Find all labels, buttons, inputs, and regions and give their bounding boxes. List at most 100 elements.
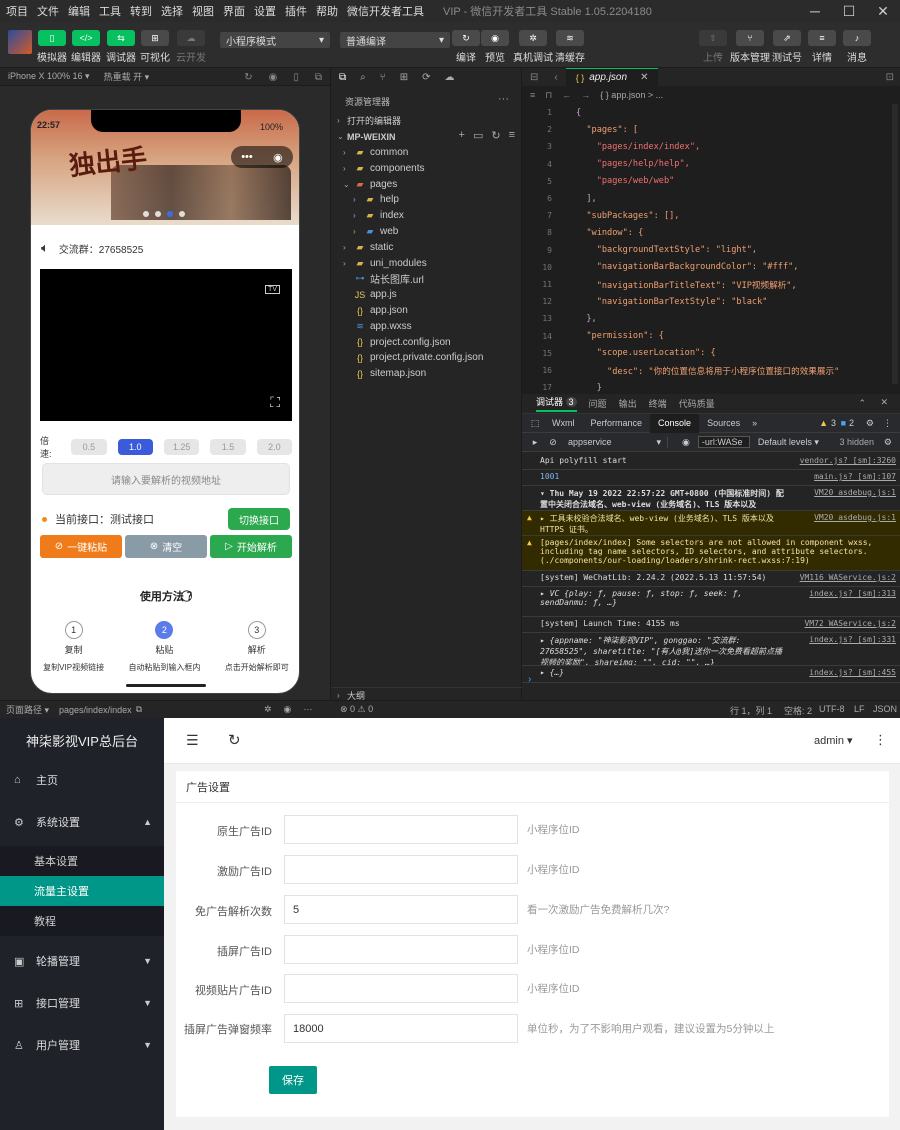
close-button[interactable]: ✕ [866, 0, 900, 22]
speed-1.25-button[interactable]: 1.25 [163, 439, 200, 455]
maximize-button[interactable]: ☐ [832, 0, 866, 22]
more-vert-icon[interactable]: ⋮ [883, 418, 892, 429]
refresh-icon[interactable]: ↻ [244, 72, 252, 83]
code-line[interactable]: 11 "navigationBarTitleText": "VIP视频解析", [522, 276, 900, 293]
tree-item[interactable]: › ▰ web [331, 224, 523, 239]
open-editors-section[interactable]: › 打开的编辑器 [331, 113, 523, 128]
clear-cache-button[interactable]: ≋ 清缓存 [549, 30, 591, 64]
speed-1.0-button[interactable]: 1.0 [117, 439, 153, 455]
nav-home[interactable]: ⌂ 主页 [0, 765, 164, 795]
indent-setting[interactable]: 空格: 2 [784, 704, 812, 717]
console-entry[interactable]: ▸ {appname: "神柒影视VIP", gonggao: "交流群: 27… [522, 633, 900, 666]
nav-users[interactable]: ♙ 用户管理 ▼ [0, 1030, 164, 1060]
eye-icon[interactable]: ◉ [682, 437, 690, 448]
nav-back-icon[interactable]: ← [562, 90, 571, 100]
language-mode[interactable]: JSON [873, 704, 897, 714]
user-menu[interactable]: admin ▾ [814, 734, 853, 747]
menu-tools[interactable]: 工具 [99, 3, 121, 19]
start-parse-button[interactable]: ▷ 开始解析 [210, 535, 292, 558]
tab-terminal[interactable]: 终端 [649, 397, 667, 410]
tab-output[interactable]: 输出 [619, 397, 637, 410]
minimize-button[interactable]: ─ [798, 0, 832, 22]
console-entry[interactable]: ▲ ▸ 工具未校验合法域名、web-view (业务域名)、TLS 版本以及 HT… [522, 511, 900, 536]
collapse-icon[interactable]: ≡ [509, 129, 515, 142]
tree-item[interactable]: ⊶ 站长图库.url [331, 271, 523, 286]
source-control-icon[interactable]: ⑂ [380, 72, 386, 83]
more-icon[interactable]: ••• [241, 151, 253, 163]
menu-wechat-devtools[interactable]: 微信开发者工具 [347, 3, 424, 19]
video-url-input[interactable]: 请输入要解析的视频地址 [42, 463, 290, 495]
phone-icon[interactable]: ▯ [293, 72, 299, 83]
field-input[interactable] [284, 974, 518, 1003]
info-count[interactable]: 2 [849, 418, 854, 428]
code-line[interactable]: 9 "backgroundTextStyle": "light", [522, 242, 900, 259]
device-select[interactable]: iPhone X 100% 16 ▾ [8, 71, 90, 82]
console-prompt-icon[interactable]: › [528, 674, 531, 685]
console-entry[interactable]: 1001 main.js? [sm]:107 [522, 470, 900, 486]
problems-count[interactable]: ⊗ 0 ⚠ 0 [340, 704, 373, 715]
tree-item[interactable]: {} project.config.json [331, 335, 523, 350]
tab-performance[interactable]: Performance [583, 418, 651, 428]
project-section[interactable]: ⌄ MP-WEIXIN + ▭ ↻ ≡ [331, 129, 523, 144]
block-icon[interactable]: ⊘ [544, 437, 562, 448]
menu-help[interactable]: 帮助 [316, 3, 338, 19]
console-source-link[interactable]: main.js? [sm]:107 [814, 472, 896, 481]
code-line[interactable]: 6 ], [522, 190, 900, 207]
tree-item[interactable]: {} project.private.config.json [331, 350, 523, 365]
code-line[interactable]: 1{ [522, 104, 900, 121]
code-line[interactable]: 16 "desc": "你的位置信息将用于小程序位置接口的效果展示" [522, 362, 900, 379]
console-entry[interactable]: ▸ VC {play: ƒ, pause: ƒ, stop: ƒ, seek: … [522, 587, 900, 617]
menu-goto[interactable]: 转到 [130, 3, 152, 19]
speed-2.0-button[interactable]: 2.0 [256, 439, 293, 455]
messages-button[interactable]: ♪ 消息 [836, 30, 878, 64]
split-icon[interactable]: ⊟ [522, 72, 546, 83]
console-source-link[interactable]: VM20 asdebug.js:1 [814, 488, 896, 497]
more-vert-icon[interactable]: ⋮ [874, 732, 887, 748]
menu-toggle-icon[interactable]: ☰ [186, 732, 199, 749]
back-icon[interactable]: ‹ [546, 72, 565, 83]
menu-plugins[interactable]: 插件 [285, 3, 307, 19]
code-line[interactable]: 10 "navigationBarBackgroundColor": "#fff… [522, 259, 900, 276]
stop-icon[interactable]: ◉ [269, 72, 278, 83]
line-ending[interactable]: LF [854, 704, 865, 714]
upload-button[interactable]: ⇧ 上传 [692, 30, 734, 64]
menu-interface[interactable]: 界面 [223, 3, 245, 19]
tab-problems[interactable]: 问题 [589, 397, 607, 410]
gear-icon[interactable]: ⚙ [866, 418, 874, 429]
tree-item[interactable]: › ▰ static [331, 240, 523, 255]
cursor-position[interactable]: 行 1，列 1 [730, 704, 772, 717]
field-input[interactable] [284, 935, 518, 964]
nav-forward-icon[interactable]: → [581, 90, 590, 100]
copy-icon[interactable]: ⧉ [136, 704, 142, 715]
version-button[interactable]: ⑂ 版本管理 [729, 30, 771, 64]
tab-console[interactable]: Console [650, 413, 700, 433]
subnav-tutorial[interactable]: 教程 [0, 906, 164, 936]
more-tabs-icon[interactable]: » [748, 418, 761, 428]
console-source-link[interactable]: index.js? [sm]:313 [809, 589, 896, 598]
console-entry[interactable]: ▲ [pages/index/index] Some selectors are … [522, 536, 900, 571]
subnav-traffic-settings[interactable]: 流量主设置 [0, 876, 164, 906]
encoding[interactable]: UTF-8 [819, 704, 845, 714]
speed-0.5-button[interactable]: 0.5 [71, 439, 107, 455]
console-entry[interactable]: [system] WeChatLib: 2.24.2 (2022.5.13 11… [522, 571, 900, 587]
sidebar-toggle-icon[interactable]: ▸ [526, 437, 544, 448]
close-icon[interactable]: ✕ [880, 397, 888, 408]
tree-item[interactable]: {} sitemap.json [331, 366, 523, 381]
nav-carousel[interactable]: ▣ 轮播管理 ▼ [0, 946, 164, 976]
hot-reload-toggle[interactable]: 热重载 开 ▾ [104, 70, 150, 83]
editor-scrollbar[interactable] [892, 104, 898, 384]
close-target-icon[interactable]: ◉ [273, 151, 283, 164]
files-icon[interactable]: ⧉ [339, 72, 346, 83]
tab-sources[interactable]: Sources [699, 418, 748, 428]
popout-icon[interactable]: ⧉ [315, 72, 322, 83]
inspect-icon[interactable]: ⬚ [526, 418, 544, 429]
menu-project[interactable]: 项目 [6, 3, 28, 19]
search-icon[interactable]: ⌕ [360, 72, 366, 83]
page-path-label[interactable]: 页面路径 ▾ [6, 703, 49, 716]
tree-item[interactable]: › ▰ help [331, 192, 523, 207]
context-select[interactable]: appservice ▾ [568, 436, 668, 448]
code-line[interactable]: 2 "pages": [ [522, 121, 900, 138]
code-line[interactable]: 14 "permission": { [522, 328, 900, 345]
eye-icon[interactable]: ◉ [284, 704, 292, 715]
chevron-up-icon[interactable]: ⌃ [858, 398, 866, 409]
